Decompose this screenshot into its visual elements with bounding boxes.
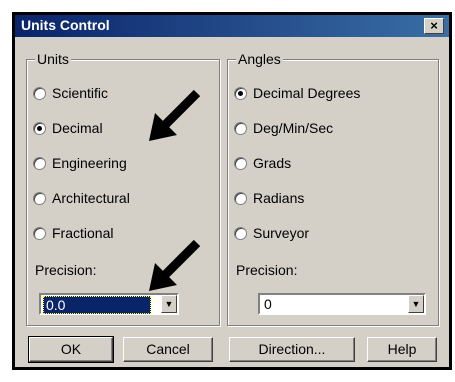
radio-label-scientific: Scientific	[52, 85, 109, 101]
radio-button[interactable]	[234, 226, 247, 240]
angles-precision-value: 0	[264, 296, 272, 312]
dialog-title: Units Control	[21, 17, 110, 33]
chevron-down-icon[interactable]: ▼	[161, 295, 177, 313]
radio-decimal-degrees[interactable]: Decimal Degrees	[234, 84, 360, 102]
radio-engineering[interactable]: Engineering	[33, 154, 127, 172]
radio-label-grads: Grads	[253, 155, 292, 171]
chevron-down-icon[interactable]: ▼	[408, 295, 424, 313]
radio-button[interactable]	[33, 121, 46, 135]
help-button[interactable]: Help	[367, 337, 437, 362]
radio-label-decimal: Decimal	[52, 120, 103, 136]
radio-button[interactable]	[33, 191, 46, 205]
radio-button[interactable]	[33, 156, 46, 170]
units-control-dialog: Units Control × Units Scientific Decimal…	[12, 12, 452, 370]
angles-precision-dropdown[interactable]: 0 ▼	[258, 293, 426, 315]
radio-button[interactable]	[234, 191, 247, 205]
radio-button[interactable]	[33, 86, 46, 100]
radio-grads[interactable]: Grads	[234, 154, 291, 172]
radio-label-architectural: Architectural	[52, 190, 130, 206]
radio-label-deg-min-sec: Deg/Min/Sec	[253, 120, 334, 136]
radio-fractional[interactable]: Fractional	[33, 224, 113, 242]
radio-decimal[interactable]: Decimal	[33, 119, 103, 137]
radio-radians[interactable]: Radians	[234, 189, 304, 207]
radio-label-engineering: Engineering	[52, 155, 127, 171]
arrow-annotation-icon	[149, 89, 201, 141]
radio-label-fractional: Fractional	[52, 225, 114, 241]
radio-scientific[interactable]: Scientific	[33, 84, 108, 102]
direction-button[interactable]: Direction...	[229, 337, 355, 362]
ok-button[interactable]: OK	[28, 336, 114, 363]
title-bar[interactable]: Units Control ×	[15, 15, 449, 37]
units-precision-value: 0.0	[43, 296, 151, 314]
radio-label-decimal-degrees: Decimal Degrees	[253, 85, 361, 101]
angles-group-label: Angles	[236, 51, 283, 67]
units-precision-label: Precision:	[35, 262, 97, 278]
close-button[interactable]: ×	[424, 18, 444, 34]
cancel-button[interactable]: Cancel	[123, 337, 213, 362]
radio-button[interactable]	[234, 156, 247, 170]
radio-architectural[interactable]: Architectural	[33, 189, 130, 207]
radio-button[interactable]	[33, 226, 46, 240]
radio-label-surveyor: Surveyor	[253, 225, 310, 241]
radio-button[interactable]	[234, 86, 247, 100]
units-group-label: Units	[35, 51, 71, 67]
angles-group: Angles Decimal Degrees Deg/Min/Sec Grads…	[227, 51, 439, 326]
radio-button[interactable]	[234, 121, 247, 135]
arrow-annotation-icon	[149, 239, 201, 291]
radio-surveyor[interactable]: Surveyor	[234, 224, 309, 242]
radio-label-radians: Radians	[253, 190, 305, 206]
angles-precision-label: Precision:	[236, 262, 298, 278]
radio-deg-min-sec[interactable]: Deg/Min/Sec	[234, 119, 333, 137]
